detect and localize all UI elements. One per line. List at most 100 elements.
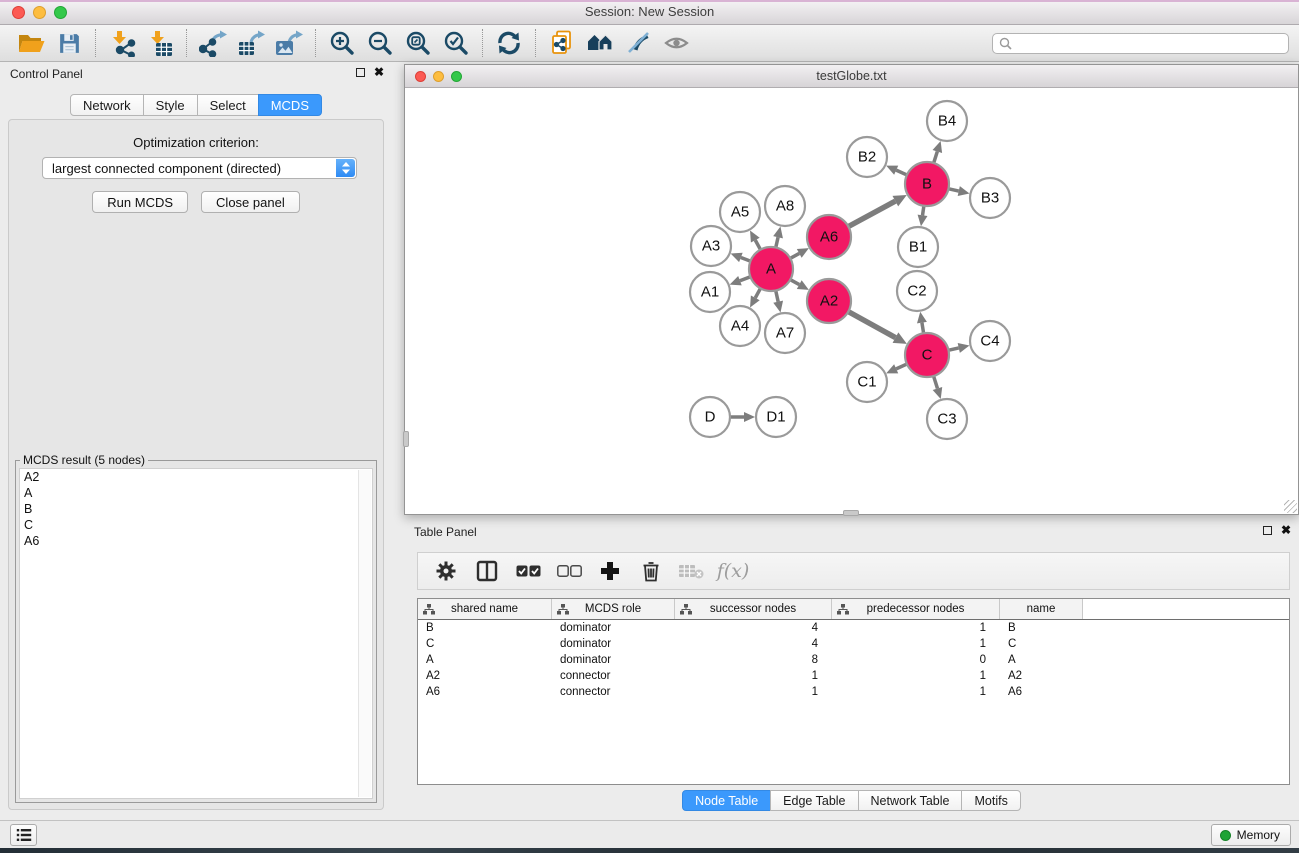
table-cell[interactable]: 1 <box>832 684 1000 700</box>
mcds-result-item[interactable]: A <box>20 485 372 501</box>
graph-edge-A6-B[interactable] <box>847 201 896 227</box>
graph-node-A7[interactable]: A7 <box>765 313 805 353</box>
table-cell[interactable]: 4 <box>675 636 832 652</box>
mcds-result-item[interactable]: B <box>20 501 372 517</box>
table-cell[interactable]: C <box>418 636 552 652</box>
zoom-fit-icon[interactable] <box>399 27 437 59</box>
refresh-layout-icon[interactable] <box>490 27 528 59</box>
table-cell[interactable]: A6 <box>1000 684 1083 700</box>
table-cell[interactable]: B <box>1000 620 1083 636</box>
graph-node-A[interactable]: A <box>749 247 793 291</box>
zoom-selected-icon[interactable] <box>437 27 475 59</box>
show-columns-icon[interactable] <box>471 556 503 586</box>
save-session-icon[interactable] <box>50 27 88 59</box>
mcds-result-item[interactable]: A6 <box>20 533 372 549</box>
table-cell[interactable]: 8 <box>675 652 832 668</box>
left-splitter-nub[interactable] <box>403 431 409 447</box>
table-cell[interactable]: connector <box>552 668 675 684</box>
mcds-result-item[interactable]: C <box>20 517 372 533</box>
bottom-splitter-nub[interactable] <box>843 510 859 516</box>
result-scrollbar-track[interactable] <box>358 470 371 797</box>
graph-node-B2[interactable]: B2 <box>847 137 887 177</box>
deselect-all-rows-icon[interactable] <box>553 556 585 586</box>
close-panel-button[interactable]: Close panel <box>201 191 300 213</box>
tab-mcds[interactable]: MCDS <box>258 94 322 116</box>
graph-node-C1[interactable]: C1 <box>847 362 887 402</box>
table-cell[interactable]: A <box>418 652 552 668</box>
graph-node-C3[interactable]: C3 <box>927 399 967 439</box>
run-mcds-button[interactable]: Run MCDS <box>92 191 188 213</box>
network-canvas[interactable]: B4B2BB3A8A5A6A3B1AA1C2A2A4A7C4CC1C3DD1 <box>405 88 1298 514</box>
graph-node-B[interactable]: B <box>905 162 949 206</box>
search-input[interactable] <box>992 33 1289 54</box>
table-cell[interactable]: 1 <box>832 668 1000 684</box>
optimization-criterion-dropdown[interactable]: largest connected component (directed) <box>42 157 357 179</box>
graph-node-B1[interactable]: B1 <box>898 227 938 267</box>
task-history-list-icon[interactable] <box>10 824 37 846</box>
table-cell[interactable]: dominator <box>552 620 675 636</box>
float-panel-icon[interactable] <box>1263 526 1272 535</box>
column-header-MCDS-role[interactable]: MCDS role <box>552 599 675 619</box>
table-cell[interactable]: dominator <box>552 636 675 652</box>
first-neighbors-houses-icon[interactable] <box>581 27 619 59</box>
table-row[interactable]: A2connector11A2 <box>418 668 1289 684</box>
select-all-rows-icon[interactable] <box>512 556 544 586</box>
graph-node-B4[interactable]: B4 <box>927 101 967 141</box>
graph-node-A1[interactable]: A1 <box>690 272 730 312</box>
table-cell[interactable]: B <box>418 620 552 636</box>
table-cell[interactable]: connector <box>552 684 675 700</box>
graph-node-A4[interactable]: A4 <box>720 306 760 346</box>
zoom-in-icon[interactable] <box>323 27 361 59</box>
table-cell[interactable]: A2 <box>1000 668 1083 684</box>
import-network-icon[interactable] <box>103 27 141 59</box>
tab-network[interactable]: Network <box>70 94 144 116</box>
hide-graphics-details-icon[interactable] <box>619 27 657 59</box>
delete-column-trash-icon[interactable] <box>635 556 667 586</box>
column-header-name[interactable]: name <box>1000 599 1083 619</box>
mcds-result-item[interactable]: A2 <box>20 469 372 485</box>
export-table-icon[interactable] <box>232 27 270 59</box>
export-image-icon[interactable] <box>270 27 308 59</box>
tab-select[interactable]: Select <box>197 94 259 116</box>
tab-network-table[interactable]: Network Table <box>858 790 963 811</box>
zoom-out-icon[interactable] <box>361 27 399 59</box>
table-cell[interactable]: A <box>1000 652 1083 668</box>
graph-node-A8[interactable]: A8 <box>765 186 805 226</box>
memory-button[interactable]: Memory <box>1211 824 1291 846</box>
column-header-successor-nodes[interactable]: successor nodes <box>675 599 832 619</box>
table-cell[interactable]: A6 <box>418 684 552 700</box>
tab-style[interactable]: Style <box>143 94 198 116</box>
table-row[interactable]: Cdominator41C <box>418 636 1289 652</box>
table-cell[interactable]: 1 <box>675 668 832 684</box>
graph-node-A6[interactable]: A6 <box>807 215 851 259</box>
graph-edge-A2-C[interactable] <box>847 311 896 338</box>
table-settings-gear-icon[interactable] <box>430 556 462 586</box>
table-row[interactable]: Bdominator41B <box>418 620 1289 636</box>
float-panel-icon[interactable] <box>356 68 365 77</box>
tab-edge-table[interactable]: Edge Table <box>770 790 858 811</box>
table-cell[interactable]: C <box>1000 636 1083 652</box>
graph-node-B3[interactable]: B3 <box>970 178 1010 218</box>
close-panel-icon[interactable]: ✖ <box>1281 525 1291 535</box>
table-cell[interactable]: 0 <box>832 652 1000 668</box>
graph-node-A5[interactable]: A5 <box>720 192 760 232</box>
create-column-plus-icon[interactable] <box>594 556 626 586</box>
import-table-icon[interactable] <box>141 27 179 59</box>
show-graphics-details-eye-icon[interactable] <box>657 27 695 59</box>
graph-node-C4[interactable]: C4 <box>970 321 1010 361</box>
table-cell[interactable]: A2 <box>418 668 552 684</box>
graph-node-C[interactable]: C <box>905 333 949 377</box>
graph-node-A3[interactable]: A3 <box>691 226 731 266</box>
export-network-icon[interactable] <box>194 27 232 59</box>
table-cell[interactable]: 1 <box>675 684 832 700</box>
graph-node-D1[interactable]: D1 <box>756 397 796 437</box>
table-row[interactable]: Adominator80A <box>418 652 1289 668</box>
window-resize-grip[interactable] <box>1284 500 1297 513</box>
new-network-from-selection-icon[interactable] <box>543 27 581 59</box>
table-cell[interactable]: 1 <box>832 620 1000 636</box>
open-session-icon[interactable] <box>12 27 50 59</box>
graph-node-C2[interactable]: C2 <box>897 271 937 311</box>
graph-node-A2[interactable]: A2 <box>807 279 851 323</box>
table-cell[interactable]: 4 <box>675 620 832 636</box>
table-cell[interactable]: dominator <box>552 652 675 668</box>
